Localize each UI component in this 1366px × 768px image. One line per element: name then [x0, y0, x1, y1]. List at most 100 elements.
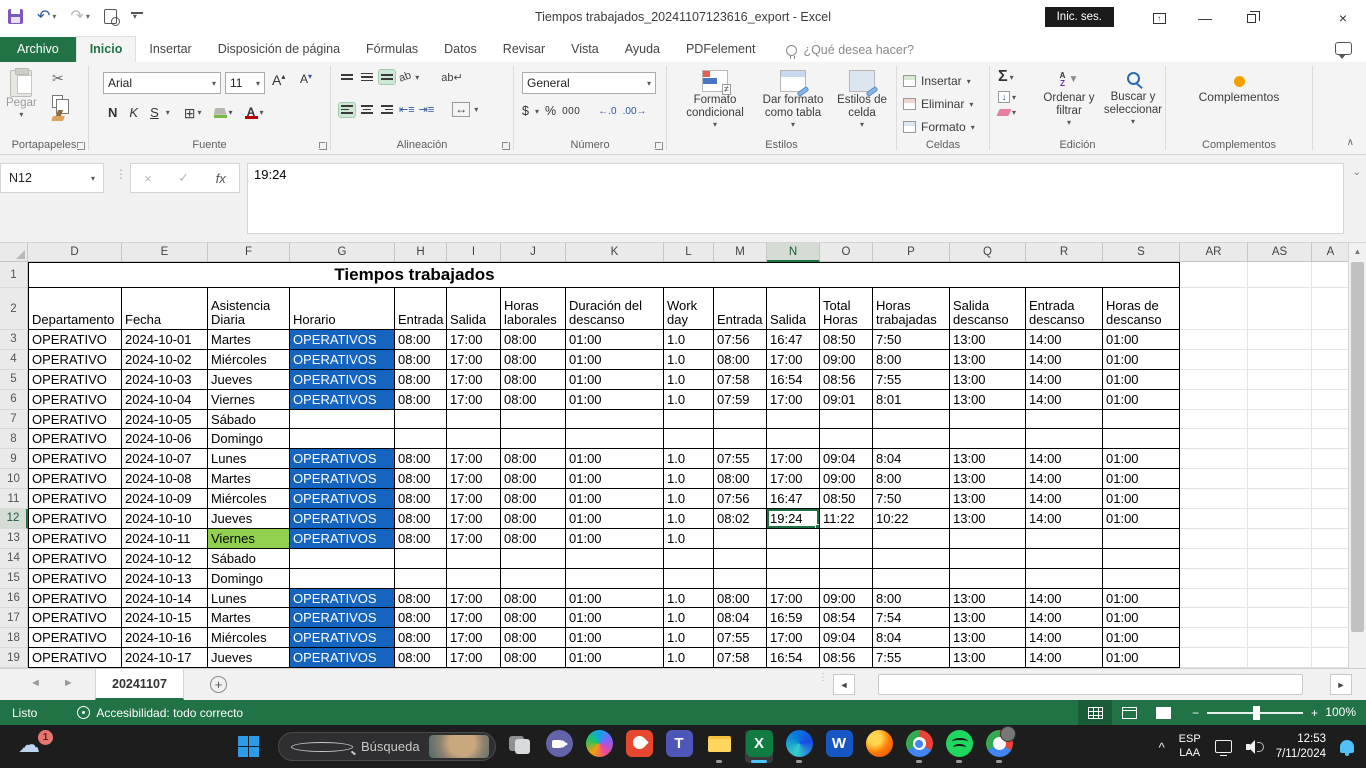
cell[interactable]: 08:00	[714, 469, 767, 489]
format-as-table-button[interactable]: Dar formato como tabla ▾	[757, 70, 829, 130]
column-header-N[interactable]: N	[767, 243, 820, 262]
tab-ayuda[interactable]: Ayuda	[612, 37, 673, 62]
decrease-decimal-icon[interactable]: .00→	[623, 106, 647, 117]
tab-disposicion[interactable]: Disposición de página	[205, 37, 353, 62]
cell[interactable]	[767, 569, 820, 589]
cell[interactable]	[447, 569, 501, 589]
header-cell[interactable]: Salida	[767, 288, 820, 330]
bold-button[interactable]: N	[103, 104, 122, 121]
save-icon[interactable]	[8, 9, 23, 24]
print-preview-icon[interactable]	[104, 9, 117, 24]
sheet-nav-arrows[interactable]: ◄►	[30, 677, 96, 689]
name-box[interactable]: N12▾	[0, 163, 104, 193]
cell[interactable]: 1.0	[664, 509, 714, 529]
column-header-K[interactable]: K	[566, 243, 664, 262]
cell[interactable]: Sábado	[208, 410, 290, 430]
cell[interactable]: 14:00	[1026, 469, 1103, 489]
header-cell[interactable]: Salida	[447, 288, 501, 330]
column-header-P[interactable]: P	[873, 243, 950, 262]
cell[interactable]: 08:04	[714, 608, 767, 628]
format-cells-button[interactable]: Formato▾	[903, 117, 975, 137]
number-format-combo[interactable]: General▾	[522, 72, 656, 94]
cell[interactable]: 07:56	[714, 330, 767, 350]
view-page-break-button[interactable]	[1146, 700, 1180, 725]
number-dialog-launcher[interactable]	[655, 142, 663, 150]
cell[interactable]: 13:00	[950, 350, 1026, 370]
cell[interactable]: 14:00	[1026, 628, 1103, 648]
cell[interactable]: 08:00	[501, 628, 566, 648]
cell[interactable]: 16:47	[767, 330, 820, 350]
view-normal-button[interactable]	[1078, 700, 1112, 725]
cell[interactable]	[1312, 628, 1348, 648]
cell[interactable]	[1180, 549, 1248, 569]
cell[interactable]: 17:00	[447, 608, 501, 628]
grow-font-icon[interactable]: A▴	[272, 72, 285, 88]
taskbar-app-pdfelement[interactable]	[625, 730, 653, 763]
header-cell[interactable]: Asistencia Diaria	[208, 288, 290, 330]
language-indicator[interactable]: ESPLAA	[1179, 733, 1201, 761]
cell[interactable]	[501, 410, 566, 430]
cell[interactable]	[714, 529, 767, 549]
cell[interactable]: 08:56	[820, 648, 873, 668]
cell[interactable]	[1248, 608, 1312, 628]
cell[interactable]: 14:00	[1026, 390, 1103, 410]
cell[interactable]: 17:00	[447, 370, 501, 390]
cell[interactable]: 8:00	[873, 350, 950, 370]
cell[interactable]: 01:00	[566, 330, 664, 350]
cell[interactable]	[1312, 569, 1348, 589]
cell[interactable]	[501, 569, 566, 589]
cell[interactable]: 08:00	[395, 350, 447, 370]
header-cell[interactable]: Total Horas	[820, 288, 873, 330]
cell[interactable]: 13:00	[950, 489, 1026, 509]
cell[interactable]: 2024-10-06	[122, 429, 208, 449]
cell[interactable]	[395, 569, 447, 589]
cell[interactable]: 8:04	[873, 449, 950, 469]
cell[interactable]: 08:00	[395, 608, 447, 628]
taskbar-app-explorer[interactable]	[705, 730, 733, 763]
cell[interactable]	[664, 549, 714, 569]
cell[interactable]: 11:22	[820, 509, 873, 529]
cell[interactable]	[1312, 489, 1348, 509]
cell[interactable]	[1180, 262, 1248, 288]
underline-button[interactable]: S	[145, 104, 164, 121]
cell[interactable]: 13:00	[950, 390, 1026, 410]
cell[interactable]: 01:00	[566, 589, 664, 609]
cell[interactable]: 2024-10-09	[122, 489, 208, 509]
cell[interactable]: 13:00	[950, 608, 1026, 628]
cell[interactable]	[714, 429, 767, 449]
taskbar-app-chrome[interactable]	[905, 730, 933, 763]
comments-icon[interactable]	[1335, 42, 1352, 55]
cell[interactable]	[1103, 429, 1180, 449]
cell[interactable]: 08:00	[395, 529, 447, 549]
tab-datos[interactable]: Datos	[431, 37, 490, 62]
column-header-M[interactable]: M	[714, 243, 767, 262]
cell[interactable]: 8:00	[873, 469, 950, 489]
cell[interactable]	[950, 529, 1026, 549]
column-header-AS[interactable]: AS	[1248, 243, 1312, 262]
tab-pdfelement[interactable]: PDFelement	[673, 37, 768, 62]
insert-cells-button[interactable]: Insertar▾	[903, 71, 971, 91]
redo-icon[interactable]: ↷▾	[70, 6, 89, 26]
column-header-S[interactable]: S	[1103, 243, 1180, 262]
cell[interactable]	[1312, 288, 1348, 330]
cell[interactable]: 08:00	[501, 509, 566, 529]
shrink-font-icon[interactable]: A▾	[300, 72, 312, 86]
cell[interactable]: OPERATIVO	[28, 628, 122, 648]
collapse-ribbon-icon[interactable]: ∧	[1347, 137, 1354, 148]
cell[interactable]: 07:56	[714, 489, 767, 509]
row-header-14[interactable]: 14	[0, 549, 28, 569]
cell[interactable]: OPERATIVO	[28, 569, 122, 589]
cell[interactable]	[1248, 549, 1312, 569]
cell[interactable]	[1026, 549, 1103, 569]
cell[interactable]: 08:00	[395, 330, 447, 350]
cell[interactable]: OPERATIVO	[28, 330, 122, 350]
cell[interactable]	[1248, 589, 1312, 609]
cell[interactable]: OPERATIVOS	[290, 350, 395, 370]
align-middle-icon[interactable]	[359, 70, 375, 84]
row-header-8[interactable]: 8	[0, 429, 28, 449]
sheet-tab-20241107[interactable]: 20241107	[95, 669, 184, 700]
cell[interactable]: OPERATIVOS	[290, 509, 395, 529]
cell[interactable]	[395, 549, 447, 569]
cell[interactable]: 01:00	[1103, 489, 1180, 509]
zoom-out-icon[interactable]: −	[1192, 706, 1199, 720]
